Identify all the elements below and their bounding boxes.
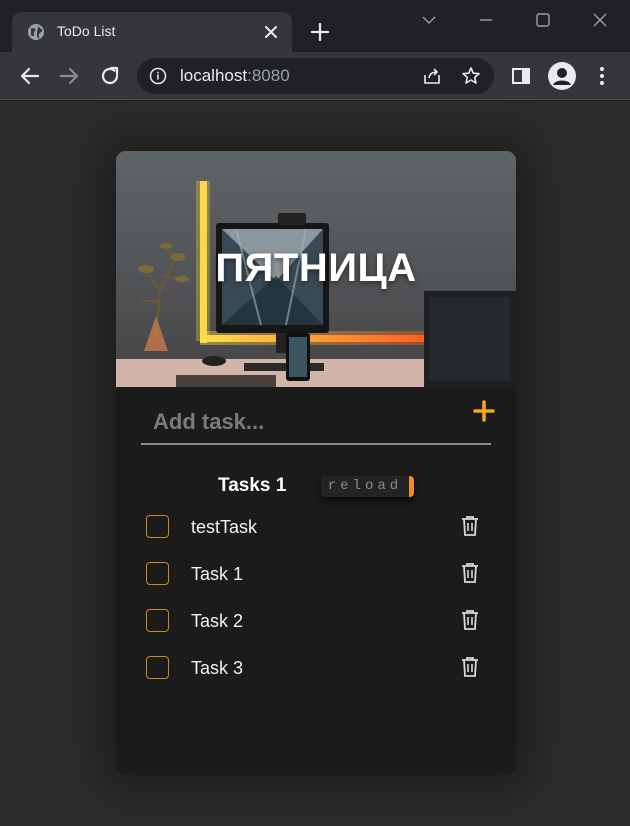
- maximize-icon[interactable]: [520, 6, 566, 34]
- add-task-input[interactable]: [141, 405, 461, 439]
- info-icon[interactable]: [149, 67, 167, 85]
- task-item: Task 1: [116, 554, 516, 594]
- address-bar[interactable]: localhost:8080: [137, 58, 494, 94]
- trash-icon[interactable]: [459, 608, 481, 632]
- task-item: Task 3: [116, 648, 516, 688]
- task-checkbox[interactable]: [146, 609, 169, 632]
- reload-page-icon[interactable]: [96, 62, 124, 90]
- add-task-row: [141, 399, 491, 445]
- trash-icon[interactable]: [459, 561, 481, 585]
- task-item: Task 2: [116, 601, 516, 641]
- url-host: localhost: [180, 66, 248, 85]
- hero-title: ПЯТНИЦА: [215, 246, 417, 290]
- back-icon[interactable]: [16, 62, 44, 90]
- trash-icon[interactable]: [459, 655, 481, 679]
- new-tab-icon[interactable]: [306, 18, 334, 46]
- bookmark-star-icon[interactable]: [460, 65, 482, 87]
- reload-button[interactable]: reload: [321, 476, 414, 497]
- profile-avatar[interactable]: [548, 62, 576, 90]
- todo-card: ПЯТНИЦА Tasks 1 reload testTask Task 1: [116, 151, 516, 775]
- globe-icon: [28, 24, 44, 40]
- task-label: Task 3: [191, 658, 244, 678]
- kebab-menu-icon[interactable]: [590, 64, 614, 88]
- tab-title: ToDo List: [57, 23, 116, 39]
- trash-icon[interactable]: [459, 514, 481, 538]
- close-tab-icon[interactable]: [260, 21, 282, 43]
- side-panel-icon[interactable]: [509, 64, 533, 88]
- plus-icon[interactable]: [472, 399, 496, 423]
- title-bar: ToDo List: [0, 0, 630, 52]
- page-content: ПЯТНИЦА Tasks 1 reload testTask Task 1: [0, 101, 630, 826]
- browser-toolbar: localhost:8080: [0, 52, 630, 100]
- url-port: :8080: [247, 66, 290, 85]
- chevron-down-icon[interactable]: [406, 6, 452, 34]
- url-text: localhost:8080: [180, 66, 290, 86]
- browser-tab[interactable]: ToDo List: [12, 12, 292, 52]
- hero-banner: ПЯТНИЦА: [116, 151, 516, 387]
- task-label: Task 1: [191, 564, 244, 584]
- close-window-icon[interactable]: [577, 6, 623, 34]
- forward-icon[interactable]: [55, 62, 83, 90]
- share-icon[interactable]: [421, 65, 443, 87]
- person-icon: [553, 68, 571, 85]
- task-item: testTask: [116, 507, 516, 547]
- task-checkbox[interactable]: [146, 562, 169, 585]
- task-label: Task 2: [191, 611, 244, 631]
- task-checkbox[interactable]: [146, 656, 169, 679]
- minimize-icon[interactable]: [463, 6, 509, 34]
- task-checkbox[interactable]: [146, 515, 169, 538]
- tasks-header: Tasks 1: [218, 475, 287, 496]
- task-label: testTask: [191, 517, 258, 537]
